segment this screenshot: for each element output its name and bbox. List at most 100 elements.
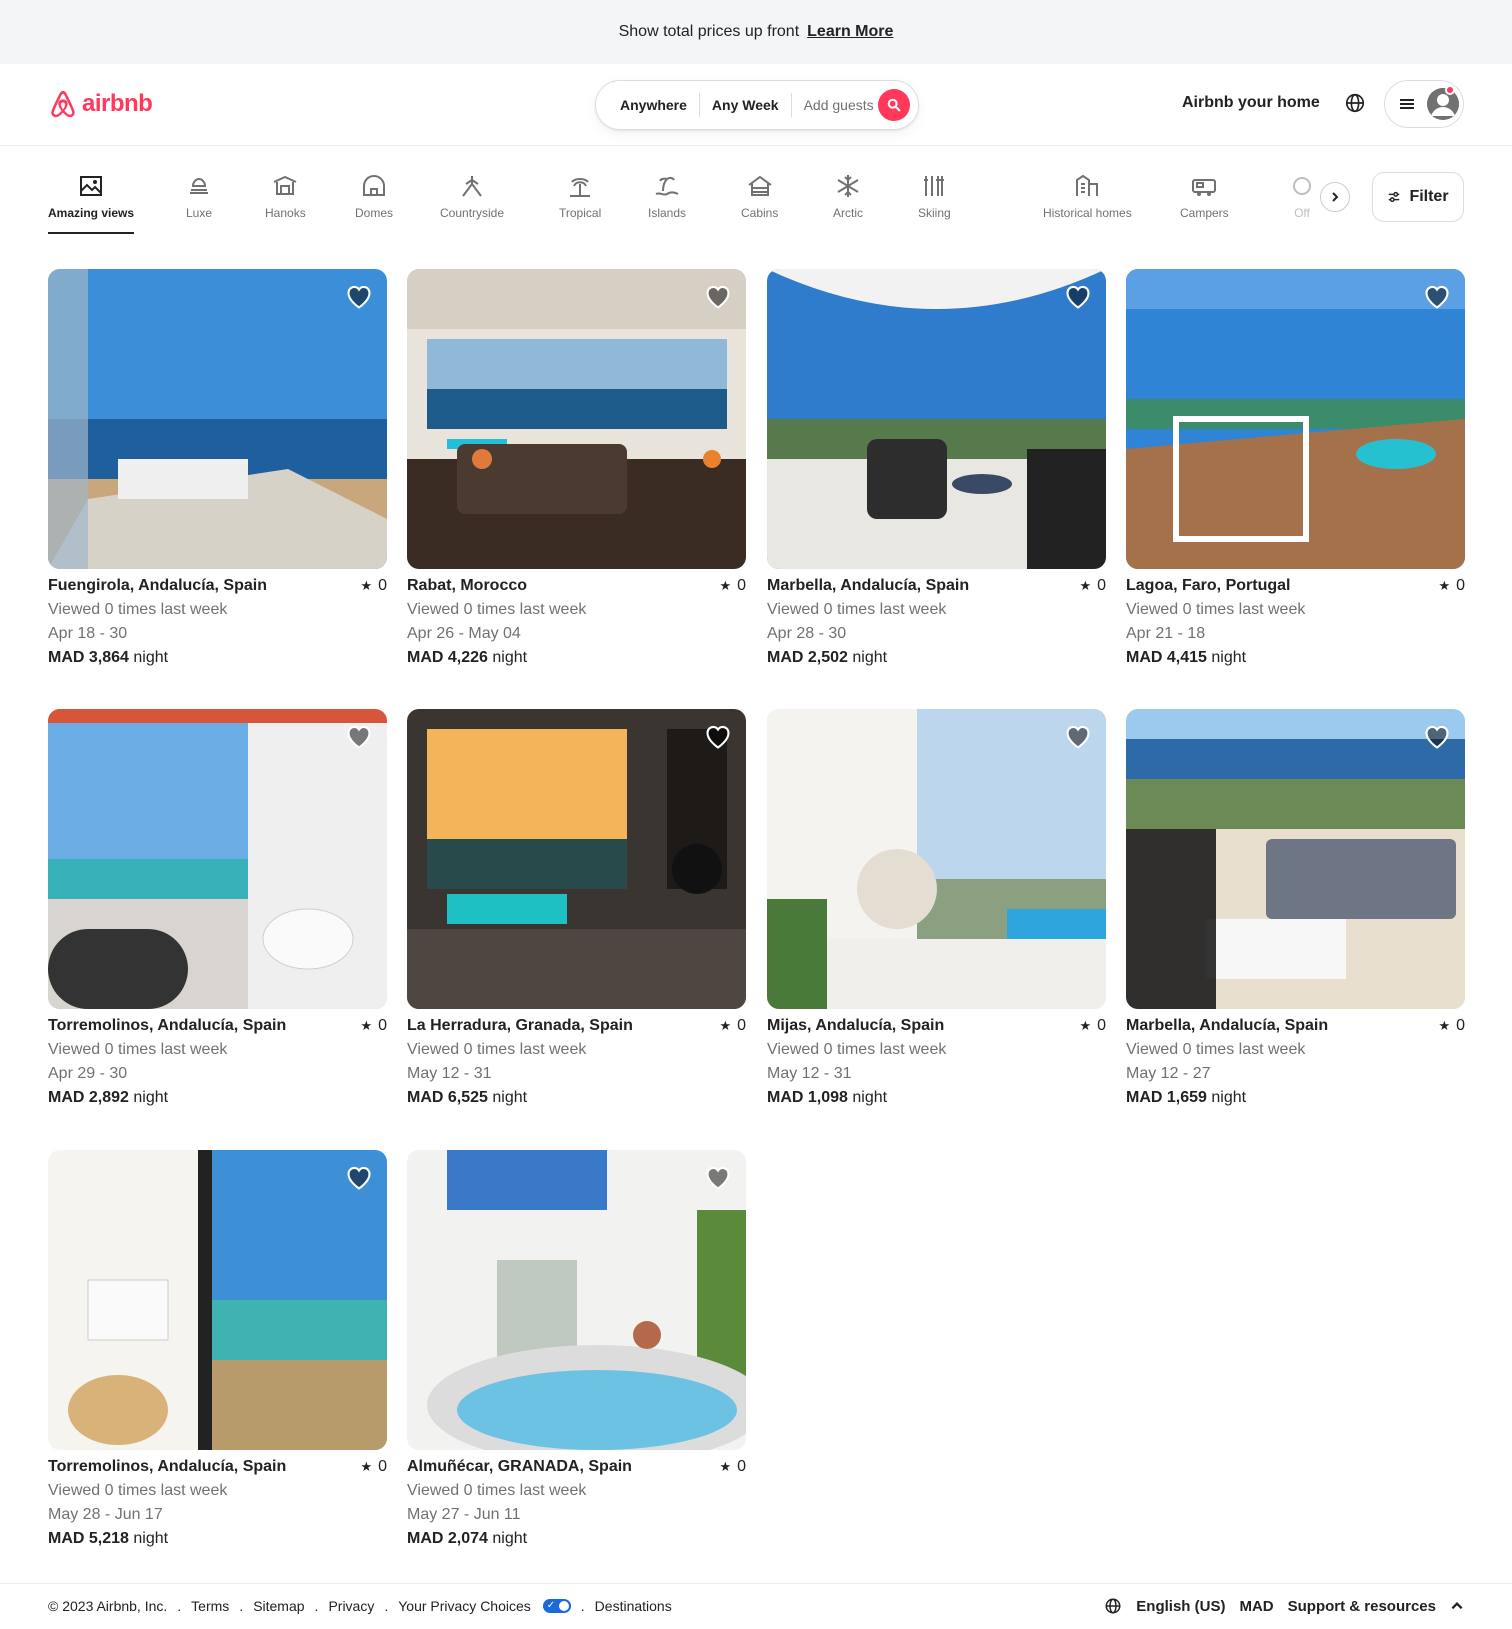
search-divider <box>790 93 792 117</box>
airbnb-your-home-link[interactable]: Airbnb your home <box>1182 94 1320 112</box>
listing-dates: Apr 18 - 30 <box>48 625 128 642</box>
listing-card[interactable]: Mijas, Andalucía, Spain ★ 0 Viewed 0 times … <box>767 709 1106 1107</box>
listing-card[interactable]: Marbella, Andalucía, Spain ★ 0 Viewed 0 tim… <box>1126 709 1465 1107</box>
heart-icon[interactable] <box>1423 723 1451 751</box>
listing-card[interactable]: Marbella, Andalucía, Spain ★ 0 Viewed 0 tim… <box>767 269 1106 667</box>
listing-location: La Herradura, Granada, Spain <box>407 1017 633 1034</box>
category-campers[interactable]: Campers <box>1180 172 1229 220</box>
heart-icon[interactable] <box>345 283 373 311</box>
listing-card[interactable]: Torremolinos, Andalucía, Spain ★ 0 Viewed 0… <box>48 709 387 1107</box>
support-resources-link[interactable]: Support & resources <box>1288 1598 1436 1615</box>
star-icon: ★ <box>360 1459 373 1474</box>
search-icon <box>887 98 901 112</box>
listing-photo[interactable] <box>407 269 746 569</box>
listing-photo[interactable] <box>1126 709 1465 1009</box>
listing-price: MAD 1,098 night <box>767 1089 1106 1107</box>
listing-views: Viewed 0 times last week <box>48 1482 228 1499</box>
rating-value: 0 <box>378 1017 387 1034</box>
domes-icon <box>363 175 385 196</box>
listing-photo-image <box>407 269 746 569</box>
category-islands[interactable]: Islands <box>648 172 686 220</box>
hanoks-icon <box>273 175 297 195</box>
listing-photo[interactable] <box>407 709 746 1009</box>
heart-icon[interactable] <box>1064 283 1092 311</box>
category-scroll-next[interactable] <box>1320 182 1350 212</box>
globe-icon[interactable] <box>1344 92 1366 114</box>
search-any-week[interactable]: Any Week <box>712 97 779 113</box>
skiing-icon <box>924 176 945 196</box>
category-bar: Amazing views Luxe Hanoks Domes Countryside T… <box>48 172 1318 234</box>
rating-value: 0 <box>737 1458 746 1475</box>
category-hanoks[interactable]: Hanoks <box>265 172 306 220</box>
star-icon: ★ <box>719 578 732 593</box>
price-banner: Show total prices up front Learn More <box>0 0 1512 64</box>
search-button[interactable] <box>878 89 910 121</box>
listing-price: MAD 2,892 night <box>48 1089 387 1107</box>
category-amazing-views[interactable]: Amazing views <box>48 172 135 234</box>
listing-card[interactable]: Torremolinos, Andalucía, Spain ★ 0 Viewed 0… <box>48 1150 387 1548</box>
countryside-icon <box>462 176 482 197</box>
listing-photo[interactable] <box>48 1150 387 1450</box>
category-label: Historical homes <box>1043 206 1132 220</box>
heart-icon[interactable] <box>345 723 373 751</box>
price-unit: night <box>133 1530 169 1547</box>
listing-card[interactable]: Fuengirola, Andalucía, Spain ★ 0 Viewed 0 t… <box>48 269 387 667</box>
category-tropical[interactable]: Tropical <box>559 172 601 220</box>
footer-link-terms[interactable]: Terms <box>191 1598 229 1614</box>
airbnb-logo[interactable]: airbnb <box>48 88 153 120</box>
category-cabins[interactable]: Cabins <box>741 172 778 220</box>
category-skiing[interactable]: Skiing <box>918 172 951 220</box>
globe-icon[interactable] <box>1104 1597 1122 1615</box>
listing-rating: ★ 0 <box>1079 1017 1106 1035</box>
category-label: Skiing <box>918 206 951 220</box>
listing-card[interactable]: La Herradura, Granada, Spain ★ 0 Viewed 0 t… <box>407 709 746 1107</box>
chevron-up-icon[interactable] <box>1450 1599 1464 1613</box>
listing-photo[interactable] <box>767 269 1106 569</box>
heart-icon[interactable] <box>704 723 732 751</box>
learn-more-link[interactable]: Learn More <box>807 23 893 41</box>
search-bar[interactable]: Anywhere Any Week Add guests <box>595 80 919 130</box>
listing-dates: May 28 - Jun 17 <box>48 1506 163 1523</box>
category-luxe[interactable]: Luxe <box>185 172 213 220</box>
search-add-guests[interactable]: Add guests <box>804 97 874 113</box>
heart-icon[interactable] <box>345 1164 373 1192</box>
category-label: Hanoks <box>265 206 306 220</box>
search-anywhere[interactable]: Anywhere <box>620 97 687 113</box>
language-selector[interactable]: English (US) <box>1136 1598 1225 1615</box>
category-arctic[interactable]: Arctic <box>833 172 863 220</box>
footer-link-sitemap[interactable]: Sitemap <box>253 1598 304 1614</box>
user-menu-button[interactable] <box>1384 80 1464 128</box>
listing-card[interactable]: Almuñécar, GRANADA, Spain ★ 0 Viewed 0 time… <box>407 1150 746 1548</box>
footer-link-privacy[interactable]: Privacy <box>328 1598 374 1614</box>
category-label: Luxe <box>185 206 213 220</box>
star-icon: ★ <box>1079 1018 1092 1033</box>
heart-icon[interactable] <box>704 283 732 311</box>
category-label: Arctic <box>833 206 863 220</box>
star-icon: ★ <box>719 1459 732 1474</box>
footer-link-destinations[interactable]: Destinations <box>595 1598 672 1614</box>
listing-photo[interactable] <box>407 1150 746 1450</box>
listing-photo-image <box>767 269 1106 569</box>
footer-link-privacy-choices[interactable]: Your Privacy Choices <box>398 1598 531 1614</box>
category-countryside[interactable]: Countryside <box>440 172 504 220</box>
price-amount: MAD 1,659 <box>1126 1089 1207 1106</box>
heart-icon[interactable] <box>704 1164 732 1192</box>
price-amount: MAD 2,502 <box>767 649 848 666</box>
heart-icon[interactable] <box>1064 723 1092 751</box>
category-historical-homes[interactable]: Historical homes <box>1043 172 1132 220</box>
airbnb-logo-icon <box>51 90 75 118</box>
currency-selector[interactable]: MAD <box>1239 1598 1273 1615</box>
listing-photo[interactable] <box>767 709 1106 1009</box>
listing-photo[interactable] <box>1126 269 1465 569</box>
listing-card[interactable]: Rabat, Morocco ★ 0 Viewed 0 times last week… <box>407 269 746 667</box>
category-label: Islands <box>648 206 687 220</box>
category-domes[interactable]: Domes <box>355 172 393 220</box>
campers-icon <box>1192 179 1217 196</box>
listing-photo[interactable] <box>48 709 387 1009</box>
heart-icon[interactable] <box>1423 283 1451 311</box>
star-icon: ★ <box>1438 578 1451 593</box>
listing-photo[interactable] <box>48 269 387 569</box>
filter-button[interactable]: Filter <box>1372 172 1464 222</box>
listing-card[interactable]: Lagoa, Faro, Portugal ★ 0 Viewed 0 times la… <box>1126 269 1465 667</box>
category-off[interactable]: Off <box>1288 172 1316 220</box>
